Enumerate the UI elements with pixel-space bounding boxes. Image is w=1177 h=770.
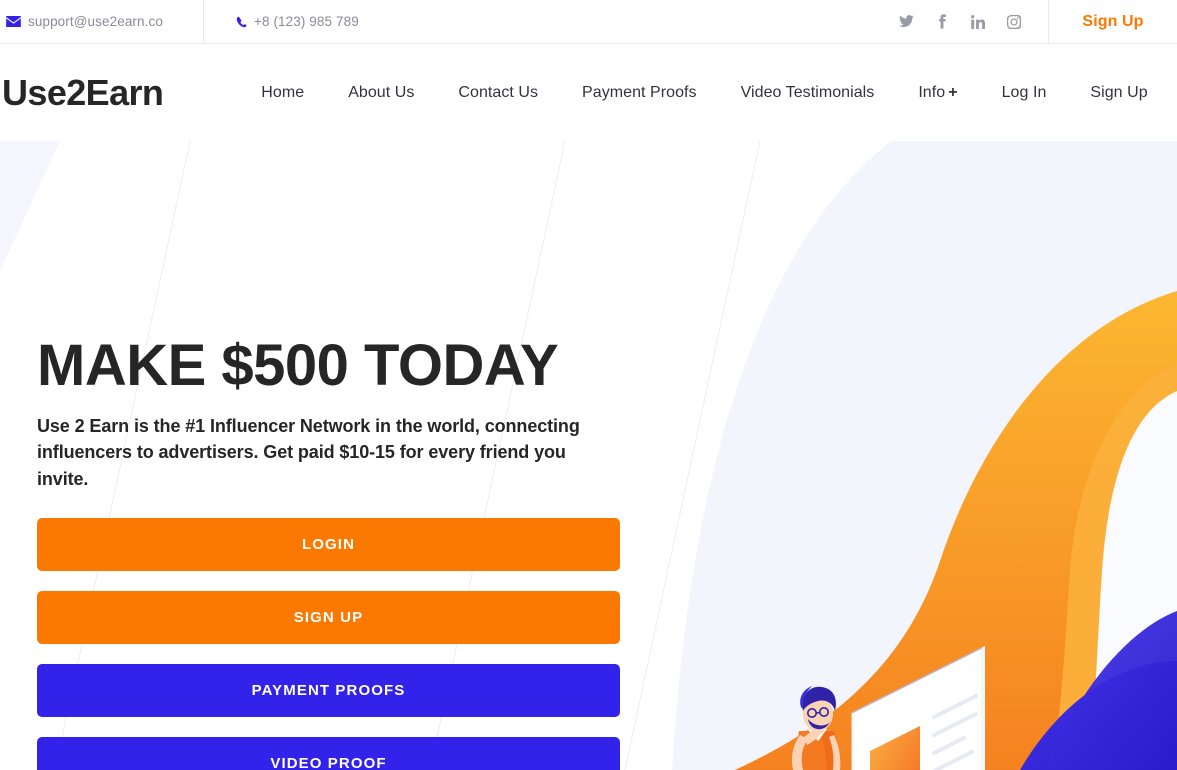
linkedin-icon[interactable] xyxy=(970,14,986,30)
plus-icon: + xyxy=(948,83,958,101)
nav-item-home[interactable]: Home xyxy=(239,84,326,102)
topbar-signup-link[interactable]: Sign Up xyxy=(1082,13,1143,31)
nav-item-payment-proofs[interactable]: Payment Proofs xyxy=(560,84,719,102)
nav-item-contact-us[interactable]: Contact Us xyxy=(436,84,560,102)
hero-title: MAKE $500 TODAY xyxy=(37,333,559,398)
nav-item-about-us[interactable]: About Us xyxy=(326,84,436,102)
topbar-email[interactable]: support@use2earn.co xyxy=(0,0,204,43)
signup-button[interactable]: SIGN UP xyxy=(37,590,620,644)
topbar-social-links xyxy=(898,0,1048,43)
nav-label: About Us xyxy=(348,83,415,101)
nav-item-info[interactable]: Info + xyxy=(896,84,979,102)
topbar-phone-text: +8 (123) 985 789 xyxy=(254,14,359,29)
nav-item-video-testimonials[interactable]: Video Testimonials xyxy=(719,84,897,102)
nav-label: Contact Us xyxy=(458,83,539,101)
video-proof-button[interactable]: VIDEO PROOF xyxy=(37,736,620,770)
nav-item-sign-up[interactable]: Sign Up xyxy=(1068,84,1169,102)
payment-proofs-button[interactable]: PAYMENT PROOFS xyxy=(37,663,620,717)
nav-label: Video Testimonials xyxy=(740,83,875,101)
instagram-icon[interactable] xyxy=(1006,14,1022,30)
nav-label: Info xyxy=(918,83,946,101)
nav-item-log-in[interactable]: Log In xyxy=(980,84,1069,102)
twitter-icon[interactable] xyxy=(898,14,914,30)
primary-nav: Home About Us Contact Us Payment Proofs … xyxy=(239,84,1169,102)
topbar: support@use2earn.co +8 (123) 985 789 Sig… xyxy=(0,0,1177,44)
facebook-icon[interactable] xyxy=(934,14,950,30)
hero-section: 75 xyxy=(0,141,1177,770)
login-button[interactable]: LOGIN xyxy=(37,517,620,571)
envelope-icon xyxy=(6,16,21,27)
phone-icon xyxy=(236,16,248,28)
hero-cta-buttons: LOGIN SIGN UP PAYMENT PROOFS VIDEO PROOF xyxy=(37,517,620,770)
main-navbar: Use2Earn Home About Us Contact Us Paymen… xyxy=(0,44,1177,141)
nav-label: Payment Proofs xyxy=(582,83,697,101)
topbar-signup[interactable]: Sign Up xyxy=(1048,0,1177,43)
site-logo[interactable]: Use2Earn xyxy=(0,74,164,111)
hero-content: MAKE $500 TODAY Use 2 Earn is the #1 Inf… xyxy=(37,333,637,770)
nav-label: Sign Up xyxy=(1090,83,1148,101)
topbar-phone[interactable]: +8 (123) 985 789 xyxy=(204,0,898,43)
nav-label: Log In xyxy=(1001,83,1047,101)
nav-label: Home xyxy=(261,83,305,101)
topbar-email-text: support@use2earn.co xyxy=(28,14,163,29)
hero-subtitle: Use 2 Earn is the #1 Influencer Network … xyxy=(37,416,580,489)
